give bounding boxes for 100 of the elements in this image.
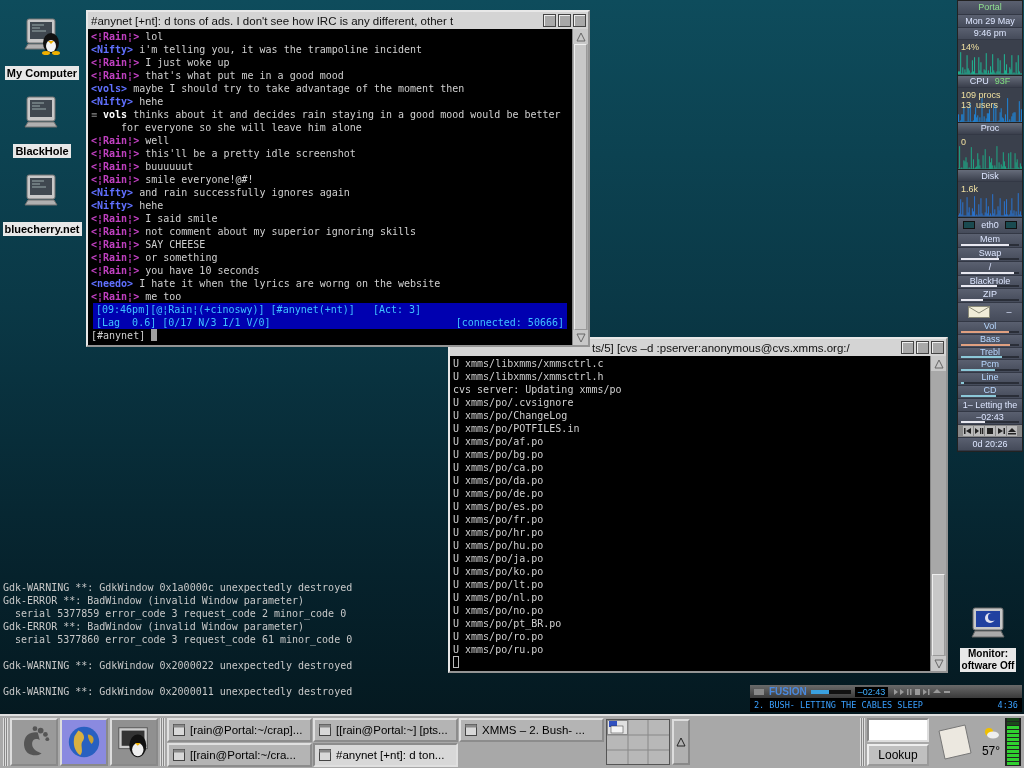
mixer-level-fill[interactable] (961, 394, 996, 397)
lookup-field[interactable] (867, 718, 929, 742)
shade-button[interactable] (901, 341, 914, 354)
temperature-reading: 93F (994, 76, 1011, 87)
taskbar-button[interactable]: [[rain@Portal:~] [pts... (313, 717, 458, 742)
chat-message: and rain successfully ignores again (139, 186, 350, 199)
chat-message: hehe (139, 199, 164, 212)
maximize-button[interactable] (573, 14, 586, 27)
scrollbar[interactable] (572, 29, 588, 345)
icon-label[interactable]: bluecherry.net (2, 222, 82, 236)
terminal-line: U xmms/po/ko.po (453, 565, 545, 578)
window-icon (465, 723, 477, 736)
mixer-level-fill[interactable] (961, 356, 1002, 359)
terminal-line: U xmms/po/hu.po (453, 539, 545, 552)
icon-label[interactable]: My Computer (4, 66, 80, 80)
chat-message: or something (145, 251, 218, 264)
desktop-pager[interactable] (606, 719, 670, 765)
mixer-level-fill[interactable] (961, 330, 1009, 333)
panel-text: 0d 20:26 (972, 439, 1008, 449)
monitor-label: / (988, 261, 992, 272)
status-text: [connected: 50666] (455, 316, 564, 329)
action-marker: ≡ (91, 108, 98, 121)
mixer-label: Pcm (981, 360, 999, 370)
icon-label[interactable]: Monitor: oftware Off (959, 648, 1017, 672)
cursor (151, 329, 158, 341)
console-line: serial 5377860 error_code 3 request_code 61 minor_code 0 (14, 633, 353, 646)
nickname: <needo> (91, 277, 134, 290)
terminal-line: U xmms/po/af.po (453, 435, 545, 448)
monitor-label: eth0 (981, 220, 999, 231)
lookup-button[interactable]: Lookup (867, 744, 929, 766)
monitor-label: CPU (969, 76, 989, 87)
terminal-line: U xmms/po/hr.po (453, 526, 545, 539)
window-titlebar[interactable]: #anynet [+nt]: d tons of ads. I don't see how IRC is any different, other t (88, 12, 588, 29)
mixer-label: Vol (983, 321, 997, 331)
temperature: 57° (981, 744, 1001, 758)
next-icon[interactable] (996, 426, 1006, 437)
taskbar-button[interactable]: #anynet [+nt]: d ton... (313, 742, 458, 767)
shade-button[interactable] (543, 14, 556, 27)
icon-label[interactable]: BlackHole (13, 144, 71, 158)
mixer-level-fill[interactable] (961, 381, 964, 384)
chat-message: maybe I should try to take advantage of the moment then (133, 82, 465, 95)
transport-buttons-drawing[interactable] (892, 686, 953, 697)
nickname: <¦Rain¦> (91, 212, 140, 225)
window-title: #anynet [+nt]: d tons of ads. I don't see how IRC is any different, other t (91, 14, 455, 27)
monitor-label: BlackHole (969, 275, 1011, 286)
terminal-line: cvs server: Updating xmms/po (453, 383, 623, 396)
console-line: Gdk-WARNING **: GdkWindow 0x2000011 unexpectedly destroyed (3, 685, 353, 698)
panel-text: 9:46 pm (973, 28, 1007, 39)
mixer-label: Bass (980, 334, 1000, 344)
track-length: 4:36 (997, 700, 1018, 710)
nickname: <¦Rain¦> (91, 69, 140, 82)
monitor-label: Swap (978, 248, 1002, 259)
seek-bar-fill[interactable] (810, 689, 829, 694)
envelope-icon[interactable] (968, 306, 991, 319)
terminal-line: U xmms/po/es.po (453, 500, 545, 513)
play-pause-icon[interactable] (974, 426, 984, 437)
mixer-level-fill[interactable] (961, 369, 995, 372)
terminal-line: U xmms/po/bg.po (453, 448, 545, 461)
menu-icon[interactable] (753, 686, 765, 697)
previous-icon[interactable] (963, 426, 973, 437)
chat-message: buuuuuut (145, 160, 194, 173)
nickname: vols (103, 108, 128, 121)
monitor-label: ZIP (983, 289, 997, 300)
minimize-button[interactable] (916, 341, 929, 354)
status-text: [Lag 0.6] [0/17 N/3 I/1 V/0] (96, 316, 271, 329)
chat-message: i'm telling you, it was the trampoline incident (139, 43, 423, 56)
launcher-button[interactable] (110, 718, 158, 766)
mixer-level-fill[interactable] (961, 343, 1011, 346)
terminal-line: U xmms/po/.cvsignore (453, 396, 575, 409)
taskbar-button[interactable]: [rain@Portal:~/crap]... (167, 717, 312, 742)
eject-icon[interactable] (1007, 426, 1017, 437)
minimize-button[interactable] (558, 14, 571, 27)
position-fill[interactable] (961, 421, 986, 424)
chat-message: for everyone so she will leave him alone (121, 121, 362, 134)
maximize-button[interactable] (931, 341, 944, 354)
taskbar-button[interactable]: XMMS – 2. Bush- ... (459, 717, 604, 742)
terminal-line: U xmms/po/ro.po (453, 630, 545, 643)
chat-message: I said smile (145, 212, 218, 225)
nickname: <¦Rain¦> (91, 160, 140, 173)
terminal-line: U xmms/po/pt_BR.po (453, 617, 563, 630)
stop-icon[interactable] (985, 426, 995, 437)
nickname: <Nifty> (91, 43, 134, 56)
chart-reading: 109 procs (961, 89, 1001, 100)
scroll-thumb[interactable] (932, 574, 945, 656)
monitor-icon[interactable] (970, 606, 1006, 640)
scrollbar[interactable] (930, 356, 946, 671)
console-line: Gdk-WARNING **: GdkWindow 0x1a0000c unexpectedly destroyed (3, 581, 353, 594)
terminal-line: U xmms/libxmms/xmmsctrl.c (453, 357, 605, 370)
window-icon (319, 748, 331, 761)
weather-icon (983, 726, 999, 740)
console-line: Gdk-WARNING **: GdkWindow 0x2000022 unexpectedly destroyed (3, 659, 353, 672)
computer-icon[interactable] (22, 16, 62, 56)
window-titlebar[interactable]: ts/5] [cvs –d :pserver:anonymous@cvs.xmms.org:/ (592, 339, 946, 356)
led-icon (963, 221, 976, 230)
taskbar-button[interactable]: [[rain@Portal:~/cra... (167, 742, 312, 767)
nickname: <¦Rain¦> (91, 251, 140, 264)
arrow-up-button[interactable] (672, 719, 690, 765)
monitor-label: Disk (981, 170, 999, 181)
scroll-thumb[interactable] (574, 44, 587, 330)
nickname: <¦Rain¦> (91, 238, 140, 251)
